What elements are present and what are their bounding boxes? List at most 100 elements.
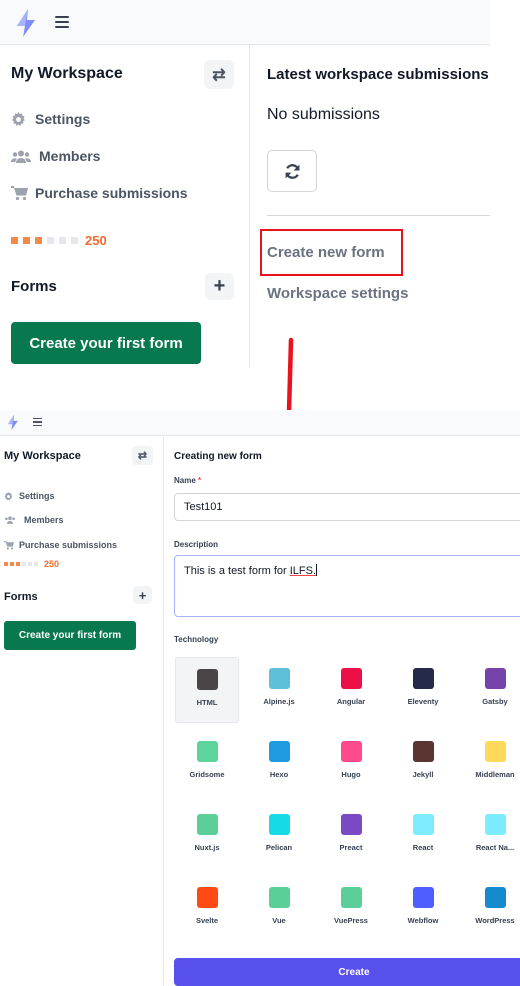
usage-segment [35,237,42,244]
menu-icon[interactable] [33,418,42,426]
technology-label: Gatsby [482,697,508,706]
technology-label: Preact [339,843,363,852]
sidebar-item-label: Members [39,148,101,164]
sidebar-item-purchase-submissions[interactable]: Purchase submissions [11,185,188,201]
technology-option[interactable]: Svelte [175,876,239,942]
technology-logo-icon [484,887,506,908]
technology-option[interactable]: Hugo [319,730,383,796]
plus-icon: + [138,587,147,603]
technology-option[interactable]: Gridsome [175,730,239,796]
name-input[interactable]: Test101 [174,493,520,521]
technology-option[interactable]: HTML [175,657,239,723]
latest-submissions-heading: Latest workspace submissions [267,66,489,83]
technology-logo-icon [268,887,290,908]
technology-option[interactable]: React Na... [463,803,520,869]
create-button[interactable]: Create [174,958,520,986]
technology-logo-icon [484,668,506,689]
sidebar-item-members[interactable]: Members [11,148,100,164]
top-bar [0,0,490,45]
technology-option[interactable]: Angular [319,657,383,723]
technology-option[interactable]: Alpine.js [247,657,311,723]
description-text: This is a test form for [184,565,290,577]
create-first-form-button[interactable]: Create your first form [4,621,136,650]
technology-option[interactable]: Middleman [463,730,520,796]
technology-option[interactable]: Pelican [247,803,311,869]
technology-logo-icon [268,668,290,689]
sidebar-item-label: Members [24,515,64,525]
technology-label: HTML [196,698,218,707]
technology-logo-icon [196,887,218,908]
usage-segment [16,562,20,566]
text-caret [316,564,318,576]
description-textarea[interactable]: This is a test form for ILFS. [174,555,520,617]
technology-option[interactable]: Hexo [247,730,311,796]
technology-logo-icon [340,814,362,835]
create-form-panel: Creating new form Name * Test101 Descrip… [165,437,520,986]
technology-label: Angular [336,697,366,706]
technology-label: Nuxt.js [194,843,220,852]
workspace-settings-link[interactable]: Workspace settings [267,285,408,302]
add-form-button[interactable]: + [205,273,234,300]
sidebar-item-purchase-submissions[interactable]: Purchase submissions [4,540,117,550]
name-label: Name * [174,476,201,485]
sidebar: My Workspace ⇄ Settings Members Purchase… [0,45,250,367]
menu-icon[interactable] [55,16,69,28]
technology-logo-icon [196,669,218,690]
sidebar-item-members[interactable]: Members [4,515,64,525]
technology-option[interactable]: WordPress [463,876,520,942]
usage-value: 250 [85,233,107,248]
gear-icon [11,111,29,127]
usage-meter: 250 [11,233,107,248]
lightning-logo-icon[interactable] [15,9,37,37]
technology-label: Technology [174,635,219,644]
sidebar-item-label: Settings [35,111,91,127]
switch-workspace-button[interactable]: ⇄ [204,60,234,89]
sidebar-item-label: Settings [19,491,55,501]
technology-logo-icon [340,668,362,689]
users-icon [11,150,33,163]
workspace-title: My Workspace [11,65,123,82]
usage-segment [28,562,32,566]
empty-state-text: No submissions [267,106,380,123]
refresh-button[interactable] [267,150,317,192]
usage-segment [71,237,78,244]
forms-heading: Forms [11,278,57,295]
technology-option[interactable]: Jekyll [391,730,455,796]
gear-icon [4,491,15,501]
technology-option[interactable]: Nuxt.js [175,803,239,869]
usage-segment [47,237,54,244]
technology-option[interactable]: Webflow [391,876,455,942]
usage-meter: 250 [4,559,59,569]
technology-option[interactable]: Eleventy [391,657,455,723]
technology-logo-icon [340,887,362,908]
divider [267,215,490,216]
technology-option[interactable]: VuePress [319,876,383,942]
technology-logo-icon [412,668,434,689]
technology-label: VuePress [334,916,368,925]
technology-label: Webflow [407,916,439,925]
misspelled-word: ILFS. [289,565,317,577]
usage-segment [4,562,8,566]
technology-option[interactable]: React [391,803,455,869]
technology-label: WordPress [475,916,515,925]
technology-option[interactable]: Gatsby [463,657,520,723]
swap-arrows-icon: ⇄ [212,66,226,84]
technology-option[interactable]: Vue [247,876,311,942]
create-first-form-button[interactable]: Create your first form [11,322,201,364]
description-label: Description [174,540,219,549]
sidebar-item-settings[interactable]: Settings [4,491,55,501]
technology-label: Alpine.js [263,697,295,706]
technology-option[interactable]: Preact [319,803,383,869]
lightning-logo-icon[interactable] [7,414,19,431]
annotation-highlight-box [260,229,403,276]
plus-icon: + [213,275,226,297]
switch-workspace-button[interactable]: ⇄ [132,446,153,465]
sidebar-item-settings[interactable]: Settings [11,111,90,127]
sidebar-item-label: Purchase submissions [19,540,118,550]
usage-segment [59,237,66,244]
technology-label: Hexo [269,770,289,779]
tutorial-composite: My Workspace ⇄ Settings Members Purchase… [0,0,520,986]
technology-logo-icon [412,741,434,762]
add-form-button[interactable]: + [133,586,152,604]
technology-label: Vue [272,916,286,925]
